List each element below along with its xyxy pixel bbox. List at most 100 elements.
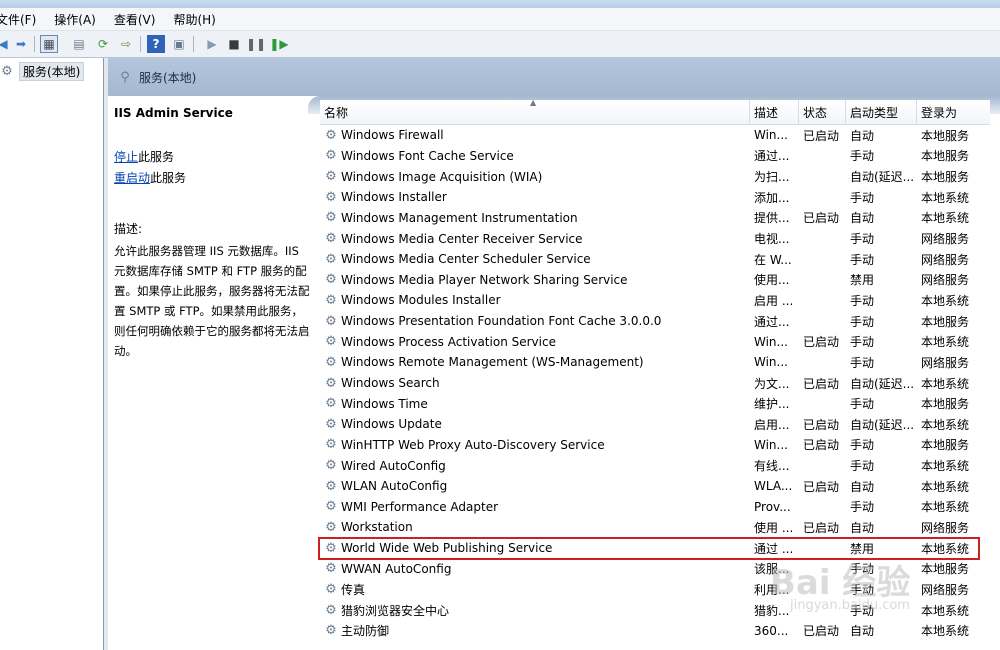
properties-icon[interactable]: ▤	[70, 35, 88, 53]
service-startup-type: 自动(延迟...	[850, 376, 915, 391]
gear-icon: ⚙	[1, 63, 13, 79]
column-header-status[interactable]: 状态	[799, 100, 846, 124]
toolbar-separator	[193, 36, 194, 52]
service-status	[803, 146, 846, 167]
service-name: ⚙ Windows Media Center Receiver Service	[325, 231, 583, 247]
service-logon-as: 网络服务	[921, 520, 970, 535]
column-header-description[interactable]: 描述	[750, 100, 799, 124]
table-row[interactable]: ⚙ Windows Installer 添加... 手动 本地系统	[320, 187, 990, 208]
service-description: 使用 ...	[754, 520, 794, 535]
service-gear-icon: ⚙	[325, 581, 337, 597]
restart-icon[interactable]: ❚▶	[269, 35, 288, 53]
service-logon-as: 本地服务	[921, 438, 970, 453]
service-startup-type: 自动(延迟...	[850, 170, 915, 185]
table-row[interactable]: ⚙ World Wide Web Publishing Service 通过 ...…	[320, 538, 990, 559]
service-description: 为扫...	[754, 170, 790, 185]
service-logon-as: 本地系统	[921, 500, 970, 515]
menu-action[interactable]: 操作(A)	[54, 11, 104, 28]
service-status: 已启动	[803, 624, 840, 639]
table-row[interactable]: ⚙ Windows Firewall Win... 已启动 自动 本地服务	[320, 125, 990, 146]
service-name: ⚙ Windows Search	[325, 375, 440, 391]
service-description: 360...	[754, 623, 789, 638]
table-row[interactable]: ⚙ WMI Performance Adapter Prov... 手动 本地系统	[320, 497, 990, 518]
table-row[interactable]: ⚙ WWAN AutoConfig 该服... 手动 本地服务	[320, 558, 990, 579]
service-gear-icon: ⚙	[325, 169, 337, 185]
service-startup-type: 禁用	[850, 273, 875, 288]
restart-service-link[interactable]: 重启动	[114, 171, 150, 185]
service-status	[803, 579, 846, 600]
menu-view[interactable]: 查看(V)	[114, 11, 164, 28]
service-startup-type: 禁用	[850, 541, 875, 556]
back-arrow-icon[interactable]: ◀	[0, 35, 12, 53]
help-icon[interactable]: ?	[147, 35, 165, 53]
service-name: ⚙ 主动防御	[325, 623, 390, 639]
table-row[interactable]: ⚙ Windows Process Activation Service Win..…	[320, 331, 990, 352]
service-status: 已启动	[803, 479, 840, 494]
service-logon-as: 本地服务	[921, 149, 970, 164]
service-status	[803, 187, 846, 208]
tree-item-services-local[interactable]: ⚙ 服务(本地)	[0, 61, 85, 81]
description-text: 允许此服务器管理 IIS 元数据库。IIS 元数据库存储 SMTP 和 FTP …	[114, 244, 310, 358]
table-row[interactable]: ⚙ Windows Time 维护... 手动 本地服务	[320, 393, 990, 414]
service-logon-as: 本地系统	[921, 479, 970, 494]
table-row[interactable]: ⚙ Windows Management Instrumentation 提供...…	[320, 208, 990, 229]
service-logon-as: 网络服务	[921, 232, 970, 247]
service-details: IIS Admin Service 停止此服务 重启动此服务 描述: 允许此服务…	[114, 106, 314, 361]
service-logon-as: 本地系统	[921, 293, 970, 308]
service-name: ⚙ Windows Font Cache Service	[325, 148, 514, 164]
table-row[interactable]: ⚙ 主动防御 360... 已启动 自动 本地系统	[320, 620, 990, 641]
service-logon-as: 本地系统	[921, 459, 970, 474]
tree-item-label: 服务(本地)	[19, 61, 85, 81]
service-gear-icon: ⚙	[325, 561, 337, 577]
service-description: 通过...	[754, 149, 790, 164]
service-startup-type: 自动	[850, 624, 875, 639]
table-row[interactable]: ⚙ Windows Image Acquisition (WIA) 为扫... 自动(…	[320, 166, 990, 187]
table-row[interactable]: ⚙ Wired AutoConfig 有线... 手动 本地系统	[320, 455, 990, 476]
service-name: ⚙ 传真	[325, 581, 366, 597]
table-row[interactable]: ⚙ Workstation 使用 ... 已启动 自动 网络服务	[320, 517, 990, 538]
service-name: ⚙ WWAN AutoConfig	[325, 561, 452, 577]
toolbar-separator	[34, 36, 35, 52]
view-icon[interactable]: ▣	[170, 35, 188, 53]
service-name: ⚙ Windows Media Center Scheduler Service	[325, 251, 591, 267]
forward-arrow-icon[interactable]: ➡	[12, 35, 30, 53]
sort-ascending-icon: ▲	[530, 98, 537, 107]
service-gear-icon: ⚙	[325, 251, 337, 267]
service-startup-type: 自动	[850, 520, 875, 535]
table-row[interactable]: ⚙ Windows Remote Management (WS-Managemen…	[320, 352, 990, 373]
table-row[interactable]: ⚙ Windows Media Center Receiver Service 电视…	[320, 228, 990, 249]
menu-file[interactable]: 文件(F)	[0, 11, 44, 28]
menu-help[interactable]: 帮助(H)	[173, 11, 223, 28]
pause-icon[interactable]: ❚❚	[246, 35, 266, 53]
service-status	[803, 558, 846, 579]
table-row[interactable]: ⚙ Windows Media Center Scheduler Service 在…	[320, 249, 990, 270]
table-row[interactable]: ⚙ WinHTTP Web Proxy Auto-Discovery Servic…	[320, 435, 990, 456]
play-icon[interactable]: ▶	[203, 35, 221, 53]
table-row[interactable]: ⚙ Windows Modules Installer 启用 ... 手动 本地系统	[320, 290, 990, 311]
refresh-icon[interactable]: ⟳	[94, 35, 112, 53]
table-row[interactable]: ⚙ 传真 利用... 手动 网络服务	[320, 579, 990, 600]
service-rows: ⚙ Windows Firewall Win... 已启动 自动 本地服务 ⚙ Windows…	[320, 125, 990, 641]
table-row[interactable]: ⚙ Windows Media Player Network Sharing Se…	[320, 269, 990, 290]
table-row[interactable]: ⚙ Windows Update 启用... 已启动 自动(延迟... 本地系统	[320, 414, 990, 435]
column-header-logon-as[interactable]: 登录为	[917, 100, 990, 124]
service-name: ⚙ Windows Remote Management (WS-Managemen…	[325, 354, 644, 370]
table-row[interactable]: ⚙ Windows Search 为文... 已启动 自动(延迟... 本地系统	[320, 373, 990, 394]
column-header-startup-type[interactable]: 启动类型	[846, 100, 917, 124]
services-pane: ⚲ 服务(本地) IIS Admin Service 停止此服务 重启动此服务 …	[108, 58, 1000, 650]
table-row[interactable]: ⚙ WLAN AutoConfig WLA... 已启动 自动 本地系统	[320, 476, 990, 497]
service-gear-icon: ⚙	[325, 148, 337, 164]
export-icon[interactable]: ⇨	[117, 35, 135, 53]
table-row[interactable]: ⚙ 猎豹浏览器安全中心 猎豹... 手动 本地系统	[320, 600, 990, 621]
service-description: 猎豹...	[754, 603, 790, 618]
table-row[interactable]: ⚙ Windows Presentation Foundation Font Ca…	[320, 311, 990, 332]
stop-icon[interactable]: ■	[225, 35, 243, 53]
service-gear-icon: ⚙	[325, 127, 337, 143]
selected-service-name: IIS Admin Service	[114, 106, 233, 120]
service-logon-as: 本地系统	[921, 603, 970, 618]
service-logon-as: 网络服务	[921, 355, 970, 370]
column-header-name[interactable]: ▲ 名称	[320, 98, 750, 124]
stop-service-link[interactable]: 停止	[114, 150, 138, 164]
console-tree-icon[interactable]: ▦	[40, 35, 58, 53]
table-row[interactable]: ⚙ Windows Font Cache Service 通过... 手动 本地服务	[320, 146, 990, 167]
